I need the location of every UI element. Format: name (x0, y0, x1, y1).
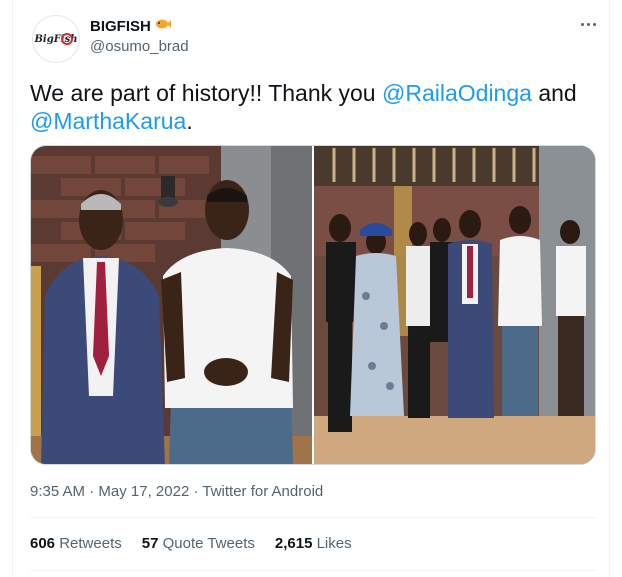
quote-tweets-stat[interactable]: 57 Quote Tweets (142, 535, 255, 552)
divider (30, 517, 596, 518)
tweet-text-suffix: . (186, 108, 193, 134)
likes-stat[interactable]: 2,615 Likes (275, 535, 352, 552)
meta-separator: · (85, 483, 99, 500)
tweet-date[interactable]: May 17, 2022 (98, 483, 189, 500)
meta-separator-2: · (189, 483, 203, 500)
author-display-name[interactable]: BIGFISH (90, 18, 151, 35)
retweets-stat[interactable]: 606 Retweets (30, 535, 122, 552)
photo-group-illustration (314, 146, 595, 464)
more-options-icon[interactable] (576, 14, 600, 34)
tweet-text: We are part of history!! Thank you @Rail… (30, 79, 590, 135)
tweet-card: BigFish BIGFISH @osumo_brad We are part … (12, 0, 610, 577)
mention-link-raila[interactable]: @RailaOdinga (382, 80, 532, 106)
tweet-time[interactable]: 9:35 AM (30, 483, 85, 500)
mention-link-martha[interactable]: @MarthaKarua (30, 108, 186, 134)
quote-tweets-count: 57 (141, 535, 159, 552)
avatar-logo-ring (61, 33, 73, 45)
author-handle[interactable]: @osumo_brad (90, 38, 189, 55)
photo-group[interactable] (314, 146, 595, 464)
tweet-stats: 606 Retweets 57 Quote Tweets 2,615 Likes (30, 535, 352, 552)
avatar[interactable]: BigFish (32, 15, 80, 63)
tweet-text-prefix: We are part of history!! Thank you (30, 80, 382, 106)
author-name-row[interactable]: BIGFISH (90, 17, 171, 35)
tweet-source[interactable]: Twitter for Android (202, 483, 323, 500)
retweets-label: Retweets (59, 535, 122, 552)
photo-two-men-illustration (31, 146, 312, 464)
tweet-text-middle: and (531, 80, 577, 106)
photo-two-men[interactable] (31, 146, 312, 464)
tweet-media (30, 145, 596, 465)
fish-icon (155, 17, 171, 35)
tweet-meta: 9:35 AM · May 17, 2022 · Twitter for And… (30, 483, 323, 500)
likes-count: 2,615 (274, 535, 313, 552)
likes-label: Likes (316, 535, 352, 552)
divider-bottom (30, 570, 596, 571)
retweets-count: 606 (30, 535, 56, 552)
quote-tweets-label: Quote Tweets (162, 535, 255, 552)
